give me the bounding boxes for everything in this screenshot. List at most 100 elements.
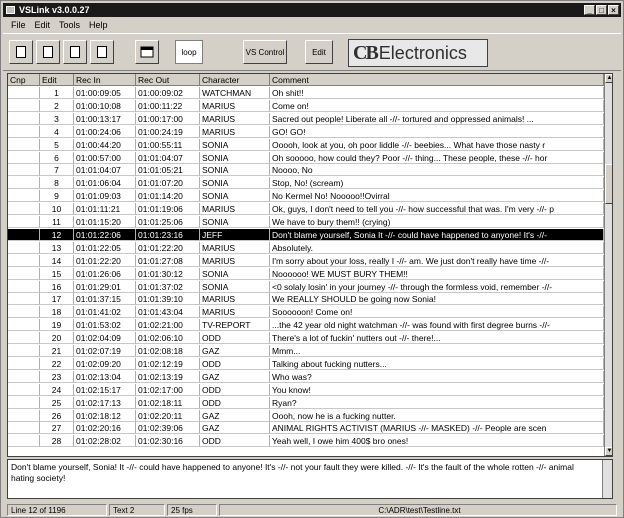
- clip-cell[interactable]: [8, 357, 40, 370]
- comment-cell[interactable]: Ooooh, look at you, oh poor liddle -//- …: [270, 138, 604, 151]
- table-row[interactable]: 26 01:02:18:12 01:02:20:11 GAZ Oooh, now he …: [8, 409, 604, 422]
- table-row[interactable]: 14 01:01:22:20 01:01:27:08 MARIUS I'm sorry …: [8, 254, 604, 267]
- character-cell[interactable]: TV-REPORT: [200, 319, 270, 332]
- edit-cell[interactable]: 28: [40, 435, 74, 448]
- rec-out-cell[interactable]: 01:01:39:10: [136, 293, 200, 306]
- character-cell[interactable]: MARIUS: [200, 203, 270, 216]
- character-cell[interactable]: GAZ: [200, 370, 270, 383]
- comment-cell[interactable]: We REALLY SHOULD be going now Sonia!: [270, 293, 604, 306]
- edit-cell[interactable]: 2: [40, 99, 74, 112]
- edit-cell[interactable]: 8: [40, 177, 74, 190]
- paste-button[interactable]: [90, 40, 114, 64]
- comment-cell[interactable]: GO! GO!: [270, 125, 604, 138]
- character-cell[interactable]: SONIA: [200, 138, 270, 151]
- rec-in-cell[interactable]: 01:01:22:06: [74, 228, 136, 241]
- header-clip[interactable]: Cnp: [8, 74, 40, 86]
- table-row[interactable]: 24 01:02:15:17 01:02:17:00 ODD You know!: [8, 383, 604, 396]
- header-edit[interactable]: Edit: [40, 74, 74, 86]
- character-cell[interactable]: ODD: [200, 332, 270, 345]
- rec-out-cell[interactable]: 01:02:20:11: [136, 409, 200, 422]
- table-row[interactable]: 4 01:00:24:06 01:00:24:19 MARIUS GO! GO!: [8, 125, 604, 138]
- rec-in-cell[interactable]: 01:02:09:20: [74, 357, 136, 370]
- edit-cell[interactable]: 21: [40, 345, 74, 357]
- edit-cell[interactable]: 22: [40, 357, 74, 370]
- clip-cell[interactable]: [8, 383, 40, 396]
- edit-cell[interactable]: 15: [40, 267, 74, 280]
- comment-cell[interactable]: Noooooo! WE MUST BURY THEM!!: [270, 267, 604, 280]
- comment-cell[interactable]: We have to bury them!! (crying): [270, 216, 604, 228]
- menu-edit[interactable]: Edit: [35, 18, 51, 32]
- rec-out-cell[interactable]: 01:02:12:19: [136, 357, 200, 370]
- close-button[interactable]: ×: [608, 5, 619, 15]
- maximize-button[interactable]: □: [596, 5, 607, 15]
- table-row[interactable]: 6 01:00:57:00 01:01:04:07 SONIA Oh sooooo, h…: [8, 151, 604, 164]
- rec-out-cell[interactable]: 01:00:24:19: [136, 125, 200, 138]
- rec-out-cell[interactable]: 01:00:17:00: [136, 112, 200, 125]
- rec-in-cell[interactable]: 01:02:17:13: [74, 396, 136, 409]
- edit-cell[interactable]: 18: [40, 306, 74, 319]
- table-row[interactable]: 18 01:01:41:02 01:01:43:04 MARIUS Soooooon! …: [8, 306, 604, 319]
- character-cell[interactable]: SONIA: [200, 190, 270, 203]
- table-row[interactable]: 27 01:02:20:16 01:02:39:06 GAZ ANIMAL RIGHTS…: [8, 422, 604, 435]
- character-cell[interactable]: GAZ: [200, 422, 270, 435]
- character-cell[interactable]: JEFF: [200, 228, 270, 241]
- rec-out-cell[interactable]: 01:01:22:20: [136, 241, 200, 254]
- rec-out-cell[interactable]: 01:02:30:16: [136, 435, 200, 448]
- vs-control-button[interactable]: VS Control: [243, 40, 287, 64]
- comment-cell[interactable]: ...the 42 year old night watchman -//- w…: [270, 319, 604, 332]
- rec-in-cell[interactable]: 01:02:28:02: [74, 435, 136, 448]
- edit-cell[interactable]: 13: [40, 241, 74, 254]
- table-row[interactable]: 3 01:00:13:17 01:00:17:00 MARIUS Sacred out …: [8, 112, 604, 125]
- rec-out-cell[interactable]: 01:00:09:02: [136, 87, 200, 99]
- open-file-button[interactable]: [36, 40, 60, 64]
- rec-in-cell[interactable]: 01:02:15:17: [74, 383, 136, 396]
- edit-cell[interactable]: 20: [40, 332, 74, 345]
- rec-in-cell[interactable]: 01:01:04:07: [74, 164, 136, 177]
- rec-out-cell[interactable]: 01:01:37:02: [136, 280, 200, 293]
- edit-cell[interactable]: 7: [40, 164, 74, 177]
- rec-out-cell[interactable]: 01:01:27:08: [136, 254, 200, 267]
- comment-cell[interactable]: <0 solaly losin' in your journey -//- th…: [270, 280, 604, 293]
- comment-cell[interactable]: I'm sorry about your loss, really I -//-…: [270, 254, 604, 267]
- clip-cell[interactable]: [8, 164, 40, 177]
- character-cell[interactable]: SONIA: [200, 151, 270, 164]
- edit-cell[interactable]: 6: [40, 151, 74, 164]
- rec-out-cell[interactable]: 01:02:06:10: [136, 332, 200, 345]
- comment-cell[interactable]: Talking about fucking nutters...: [270, 357, 604, 370]
- minimize-button[interactable]: _: [584, 5, 595, 15]
- rec-in-cell[interactable]: 01:01:26:06: [74, 267, 136, 280]
- rec-in-cell[interactable]: 01:02:07:19: [74, 345, 136, 357]
- scroll-thumb[interactable]: [605, 164, 612, 204]
- clip-cell[interactable]: [8, 190, 40, 203]
- comment-cell[interactable]: Who was?: [270, 370, 604, 383]
- edit-cell[interactable]: 27: [40, 422, 74, 435]
- edit-cell[interactable]: 4: [40, 125, 74, 138]
- table-row[interactable]: 16 01:01:29:01 01:01:37:02 SONIA <0 solaly l…: [8, 280, 604, 293]
- character-cell[interactable]: SONIA: [200, 216, 270, 228]
- clip-cell[interactable]: [8, 319, 40, 332]
- character-cell[interactable]: SONIA: [200, 280, 270, 293]
- rec-out-cell[interactable]: 01:02:39:06: [136, 422, 200, 435]
- rec-out-cell[interactable]: 01:01:05:21: [136, 164, 200, 177]
- rec-in-cell[interactable]: 01:01:53:02: [74, 319, 136, 332]
- rec-in-cell[interactable]: 01:01:41:02: [74, 306, 136, 319]
- rec-out-cell[interactable]: 01:01:14:20: [136, 190, 200, 203]
- clip-cell[interactable]: [8, 422, 40, 435]
- character-cell[interactable]: SONIA: [200, 177, 270, 190]
- comment-cell[interactable]: Oh shit!!: [270, 87, 604, 99]
- rec-in-cell[interactable]: 01:02:04:09: [74, 332, 136, 345]
- edit-cell[interactable]: 24: [40, 383, 74, 396]
- character-cell[interactable]: GAZ: [200, 345, 270, 357]
- rec-out-cell[interactable]: 01:02:08:18: [136, 345, 200, 357]
- rec-in-cell[interactable]: 01:02:13:04: [74, 370, 136, 383]
- character-cell[interactable]: MARIUS: [200, 241, 270, 254]
- menu-tools[interactable]: Tools: [59, 18, 80, 32]
- clip-cell[interactable]: [8, 293, 40, 306]
- rec-out-cell[interactable]: 01:01:19:06: [136, 203, 200, 216]
- edit-button[interactable]: Edit: [305, 40, 333, 64]
- table-row[interactable]: 22 01:02:09:20 01:02:12:19 ODD Talking about…: [8, 357, 604, 370]
- rec-out-cell[interactable]: 01:01:25:06: [136, 216, 200, 228]
- character-cell[interactable]: SONIA: [200, 267, 270, 280]
- comment-cell[interactable]: Oooh, now he is a fucking nutter.: [270, 409, 604, 422]
- character-cell[interactable]: ODD: [200, 396, 270, 409]
